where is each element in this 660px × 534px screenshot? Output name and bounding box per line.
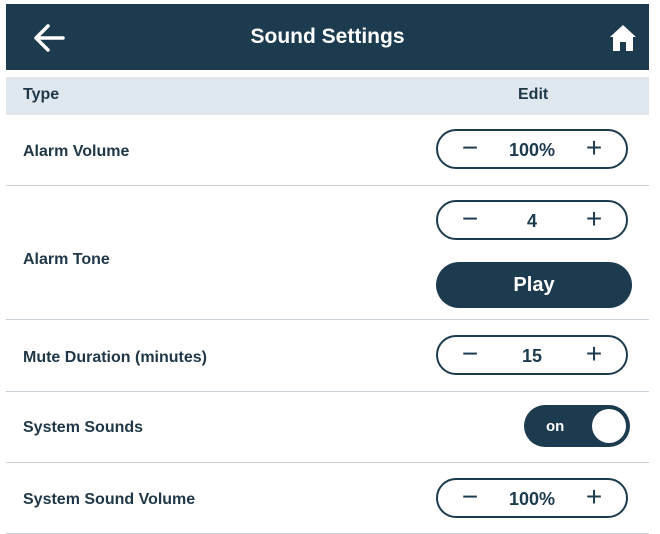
system-sound-volume-label: System Sound Volume xyxy=(23,491,196,508)
alarm-volume-decrease-button[interactable]: − xyxy=(448,131,492,167)
column-header-edit: Edit xyxy=(518,86,549,103)
alarm-tone-decrease-button[interactable]: − xyxy=(448,202,492,238)
system-sound-volume-increase-button[interactable]: + xyxy=(572,480,616,516)
mute-duration-decrease-button[interactable]: − xyxy=(448,337,492,373)
mute-duration-value: 15 xyxy=(521,346,543,366)
table-header: Type Edit xyxy=(6,77,649,115)
home-icon xyxy=(610,25,636,51)
alarm-volume-increase-button[interactable]: + xyxy=(572,131,616,167)
row-mute-duration: Mute Duration (minutes) − 15 + xyxy=(6,320,649,392)
alarm-volume-value: 100% xyxy=(508,140,556,160)
alarm-tone-value: 4 xyxy=(526,211,537,231)
system-sound-volume-value: 100% xyxy=(508,489,556,509)
alarm-tone-label: Alarm Tone xyxy=(23,251,110,268)
row-alarm-tone: Alarm Tone − 4 + Play xyxy=(6,186,649,320)
row-alarm-volume: Alarm Volume − 100% + xyxy=(6,115,649,186)
row-system-sounds: System Sounds on xyxy=(6,392,649,463)
toggle-state-label: on xyxy=(546,418,565,435)
system-sounds-label: System Sounds xyxy=(23,419,144,436)
toggle-knob xyxy=(592,409,626,443)
home-button[interactable] xyxy=(608,23,638,53)
play-button[interactable]: Play xyxy=(436,262,632,308)
row-system-sound-volume: System Sound Volume − 100% + xyxy=(6,463,649,534)
column-header-type: Type xyxy=(23,86,60,103)
mute-duration-stepper: − 15 + xyxy=(436,335,628,375)
system-sound-volume-stepper: − 100% + xyxy=(436,478,628,518)
alarm-volume-label: Alarm Volume xyxy=(23,143,130,160)
system-sound-volume-decrease-button[interactable]: − xyxy=(448,480,492,516)
alarm-volume-stepper: − 100% + xyxy=(436,129,628,169)
sound-settings-screen: Sound Settings Type Edit Alarm Volume − … xyxy=(6,4,649,534)
top-bar: Sound Settings xyxy=(6,4,649,70)
mute-duration-increase-button[interactable]: + xyxy=(572,337,616,373)
alarm-tone-stepper: − 4 + xyxy=(436,200,628,240)
mute-duration-label: Mute Duration (minutes) xyxy=(23,349,207,366)
alarm-tone-increase-button[interactable]: + xyxy=(572,202,616,238)
page-title: Sound Settings xyxy=(250,25,405,48)
system-sounds-toggle[interactable]: on xyxy=(524,405,630,447)
